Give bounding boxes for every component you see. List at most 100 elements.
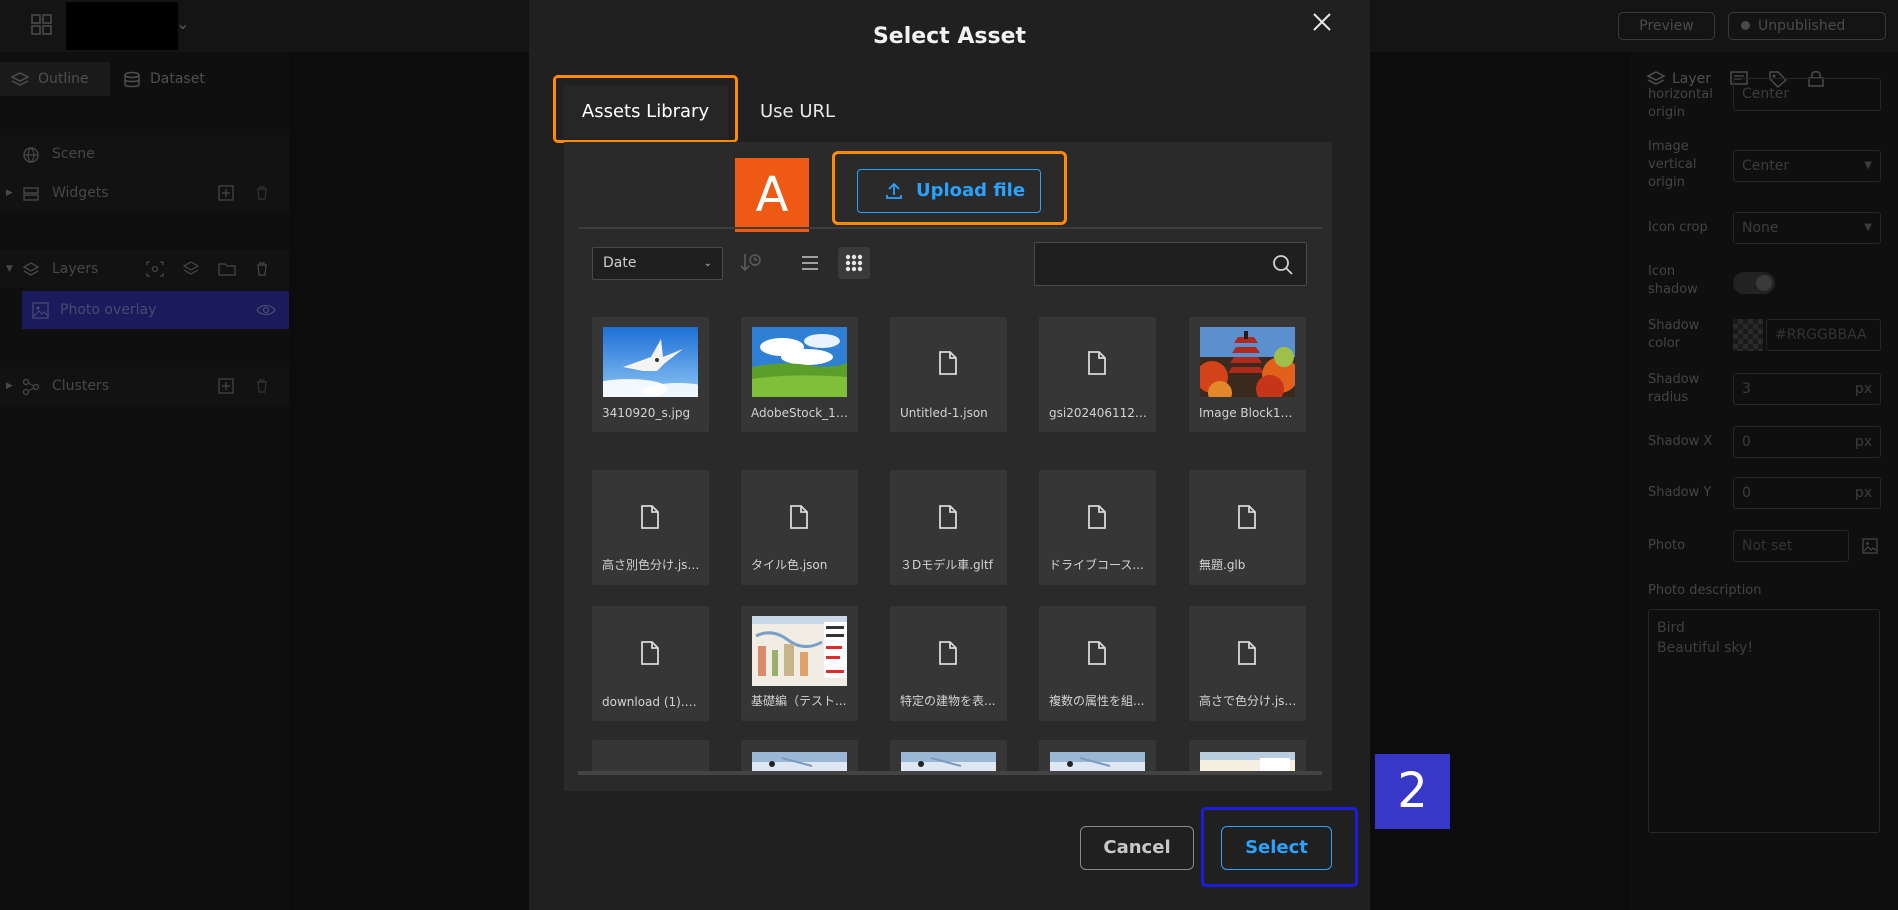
file-icon	[1088, 505, 1106, 529]
photo-input[interactable]: Not set	[1733, 530, 1849, 562]
asset-tile[interactable]: タイル色.json	[741, 470, 858, 585]
icon-shadow-toggle[interactable]	[1733, 272, 1775, 294]
expand-arrow-icon[interactable]: ▶	[6, 367, 13, 405]
vertical-origin-select[interactable]: Center ▼	[1733, 150, 1881, 182]
trash-icon[interactable]	[254, 378, 270, 394]
asset-tile[interactable]: 3410920_s.jpg	[592, 317, 709, 432]
add-layer-icon[interactable]	[182, 261, 200, 277]
layer-item-photo-overlay[interactable]: Photo overlay	[22, 291, 289, 329]
outline-item-label: Scene	[52, 146, 95, 162]
photo-description-label: Photo description	[1648, 583, 1762, 598]
asset-tile[interactable]	[890, 740, 1007, 771]
asset-tile[interactable]: ３Dモデル車.gltf	[890, 470, 1007, 585]
shadow-color-label: Shadow color	[1648, 318, 1700, 351]
asset-tile[interactable]: Image Block11.j...	[1189, 317, 1306, 432]
asset-tile[interactable]	[741, 740, 858, 771]
shadow-radius-input[interactable]: 3 px	[1733, 373, 1881, 405]
asset-tile[interactable]: gsi20240611221...	[1039, 317, 1156, 432]
list-view-icon[interactable]	[796, 249, 824, 277]
color-swatch[interactable]	[1733, 319, 1763, 351]
shadow-y-input[interactable]: 0 px	[1733, 477, 1881, 509]
photo-description-textarea[interactable]: Bird Beautiful sky!	[1648, 609, 1880, 833]
cancel-button[interactable]: Cancel	[1080, 826, 1194, 870]
shadow-y-label: Shadow Y	[1648, 485, 1712, 500]
file-icon	[790, 505, 808, 529]
asset-tile[interactable]: 無題.glb	[1189, 470, 1306, 585]
asset-tile[interactable]	[1189, 740, 1306, 771]
layer-item-label: Photo overlay	[60, 302, 157, 318]
search-input[interactable]	[1043, 249, 1263, 279]
asset-tile[interactable]: Untitled-1.json	[890, 317, 1007, 432]
preview-button[interactable]: Preview	[1618, 12, 1715, 40]
image-icon	[32, 302, 49, 319]
asset-tile[interactable]: 基礎編（テスト...	[741, 606, 858, 721]
icon-crop-value: None	[1742, 220, 1779, 236]
asset-name: AdobeStock_16...	[751, 406, 851, 420]
file-icon	[641, 641, 659, 665]
asset-thumbnail-document	[752, 616, 847, 686]
project-chevron-down-icon[interactable]: ⌄	[176, 14, 189, 33]
asset-thumbnail-partial	[1050, 752, 1145, 771]
expand-arrow-icon[interactable]: ▶	[6, 174, 13, 212]
search-icon[interactable]	[1272, 254, 1294, 276]
outline-item-label: Clusters	[52, 378, 109, 394]
tab-layer-label: Layer	[1672, 71, 1712, 87]
collapse-arrow-icon[interactable]: ▼	[6, 250, 13, 288]
asset-tile[interactable]	[1039, 740, 1156, 771]
asset-tile[interactable]	[592, 740, 709, 771]
asset-tile[interactable]: ドライブコース...	[1039, 470, 1156, 585]
outline-item-widgets[interactable]: ▶ Widgets	[0, 174, 289, 212]
shadow-color-input[interactable]: #RRGGBBAA	[1766, 319, 1881, 351]
asset-tile[interactable]: 特定の建物を表...	[890, 606, 1007, 721]
asset-tile[interactable]: 複数の属性を組...	[1039, 606, 1156, 721]
project-name[interactable]	[66, 2, 178, 50]
outline-item-layers[interactable]: ▼ Layers	[0, 250, 289, 288]
grid-view-button[interactable]	[838, 247, 870, 279]
horizontal-origin-label: horizontal origin	[1648, 87, 1713, 120]
add-icon[interactable]	[218, 185, 234, 201]
trash-icon[interactable]	[254, 261, 270, 277]
grid-view-icon	[845, 254, 863, 272]
outline-item-scene[interactable]: Scene	[0, 135, 289, 173]
trash-icon[interactable]	[254, 185, 270, 201]
shadow-y-value: 0	[1742, 485, 1751, 501]
outline-item-clusters[interactable]: ▶ Clusters	[0, 367, 289, 405]
horizontal-origin-select[interactable]: Center	[1733, 78, 1881, 111]
focus-icon[interactable]	[146, 261, 164, 277]
sort-select[interactable]: Date ⌄	[592, 247, 723, 280]
photo-description-line: Bird	[1657, 620, 1685, 636]
search-field[interactable]	[1034, 242, 1307, 286]
layers-icon	[10, 72, 30, 86]
icon-crop-select[interactable]: None ▼	[1733, 212, 1881, 244]
icon-shadow-label: Icon shadow	[1648, 264, 1698, 297]
asset-tile[interactable]: download (1).cz...	[592, 606, 709, 721]
tab-use-url[interactable]: Use URL	[745, 85, 850, 139]
tab-dataset[interactable]: Dataset	[112, 62, 222, 96]
shadow-x-label: Shadow X	[1648, 434, 1713, 449]
asset-name: タイル色.json	[751, 558, 828, 572]
asset-tile[interactable]: 高さで色分け.json	[1189, 606, 1306, 721]
publish-status-button[interactable]: Unpublished	[1728, 12, 1886, 40]
photo-value: Not set	[1742, 538, 1793, 554]
upload-file-button[interactable]: Upload file	[857, 169, 1041, 213]
clusters-icon	[22, 378, 40, 396]
app-menu-grid-icon[interactable]	[28, 12, 56, 38]
asset-thumbnail-pagoda	[1200, 327, 1295, 397]
add-icon[interactable]	[218, 378, 234, 394]
outline-item-label: Widgets	[52, 185, 109, 201]
asset-tile[interactable]: AdobeStock_16...	[741, 317, 858, 432]
eye-icon[interactable]	[256, 303, 276, 317]
vertical-origin-value: Center	[1742, 158, 1790, 174]
folder-icon[interactable]	[218, 261, 236, 277]
asset-tile[interactable]: 高さ別色分け.json	[592, 470, 709, 585]
tab-outline[interactable]: Outline	[0, 62, 110, 96]
chevron-down-icon: ⌄	[703, 258, 712, 269]
asset-name: Untitled-1.json	[900, 406, 988, 420]
close-icon[interactable]	[1308, 8, 1336, 36]
shadow-x-value: 0	[1742, 434, 1751, 450]
shadow-x-input[interactable]: 0 px	[1733, 426, 1881, 458]
shadow-radius-label: Shadow radius	[1648, 372, 1700, 405]
image-picker-icon[interactable]	[1862, 538, 1878, 554]
file-icon	[1238, 505, 1256, 529]
sort-order-icon[interactable]	[738, 250, 764, 280]
